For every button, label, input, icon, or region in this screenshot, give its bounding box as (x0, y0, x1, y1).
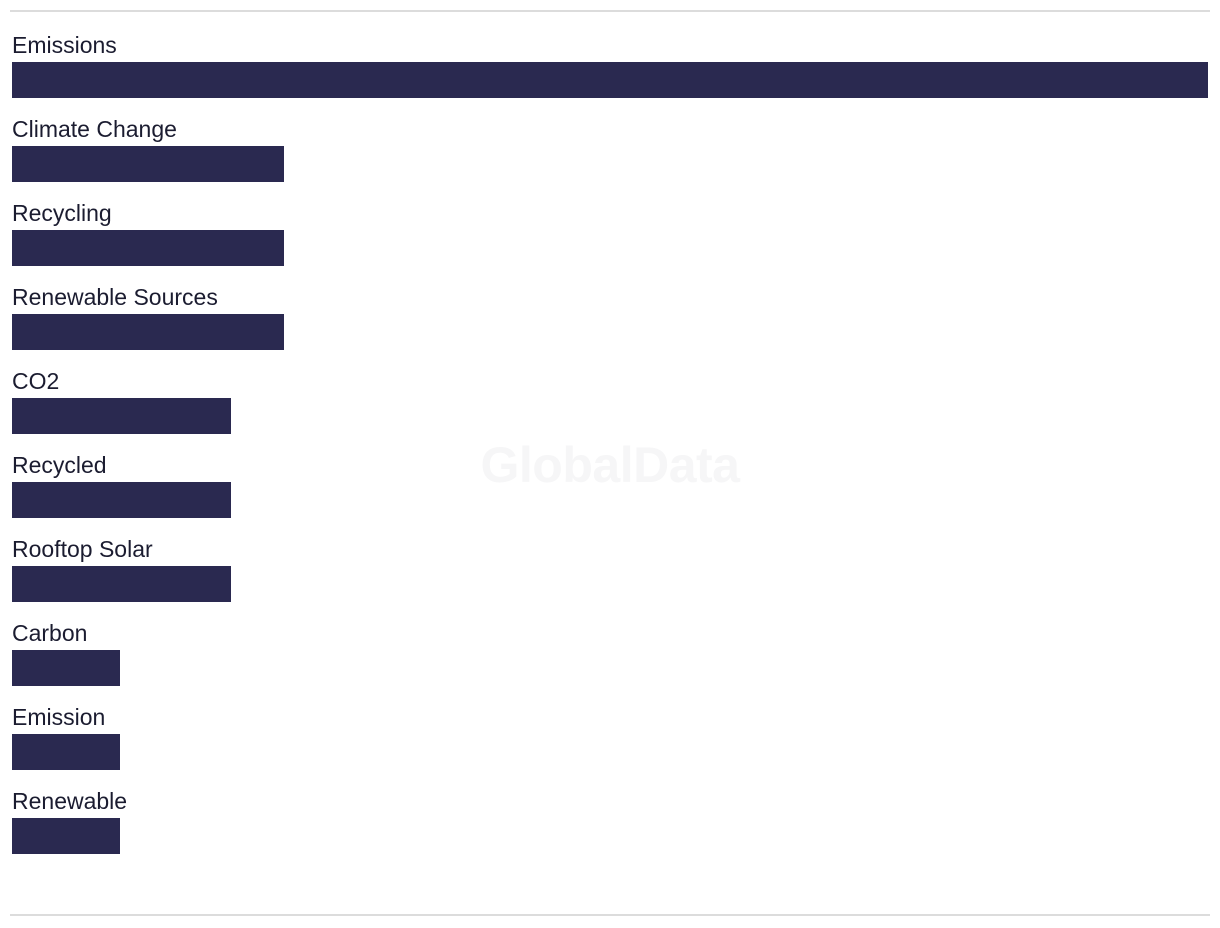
bar-rect[interactable] (12, 146, 284, 182)
bar-label: Rooftop Solar (12, 536, 153, 562)
bar-row: Carbon (0, 618, 1220, 698)
bar-rect[interactable] (12, 230, 284, 266)
bar-row: Emission (0, 702, 1220, 782)
bar-row: Emissions (0, 30, 1220, 110)
bar-rect[interactable] (12, 482, 231, 518)
bar-label: Emissions (12, 32, 117, 58)
bar-label: Emission (12, 704, 106, 730)
bar-rect[interactable] (12, 398, 231, 434)
bars-area: Emissions Climate Change Recycling Renewabl… (0, 30, 1220, 890)
bar-rect[interactable] (12, 734, 120, 770)
bar-label: Renewable (12, 788, 128, 814)
bar-row: CO2 (0, 366, 1220, 446)
bar-label: CO2 (12, 368, 60, 394)
bar-label: Carbon (12, 620, 88, 646)
bar-rect[interactable] (12, 818, 120, 854)
top-divider (10, 10, 1210, 12)
bar-rect[interactable] (12, 62, 1208, 98)
bar-rect[interactable] (12, 314, 284, 350)
bar-label: Renewable Sources (12, 284, 218, 310)
bar-chart-panel: GlobalData Emissions Climate Change Recycl… (0, 0, 1220, 928)
bar-label: Recycled (12, 452, 107, 478)
bar-row: Recycled (0, 450, 1220, 530)
bar-rect[interactable] (12, 650, 120, 686)
bar-row: Recycling (0, 198, 1220, 278)
bar-row: Renewable (0, 786, 1220, 866)
bar-row: Climate Change (0, 114, 1220, 194)
bar-label: Recycling (12, 200, 112, 226)
bar-row: Renewable Sources (0, 282, 1220, 362)
bar-rect[interactable] (12, 566, 231, 602)
bar-label: Climate Change (12, 116, 177, 142)
bottom-divider (10, 914, 1210, 916)
bar-row: Rooftop Solar (0, 534, 1220, 614)
